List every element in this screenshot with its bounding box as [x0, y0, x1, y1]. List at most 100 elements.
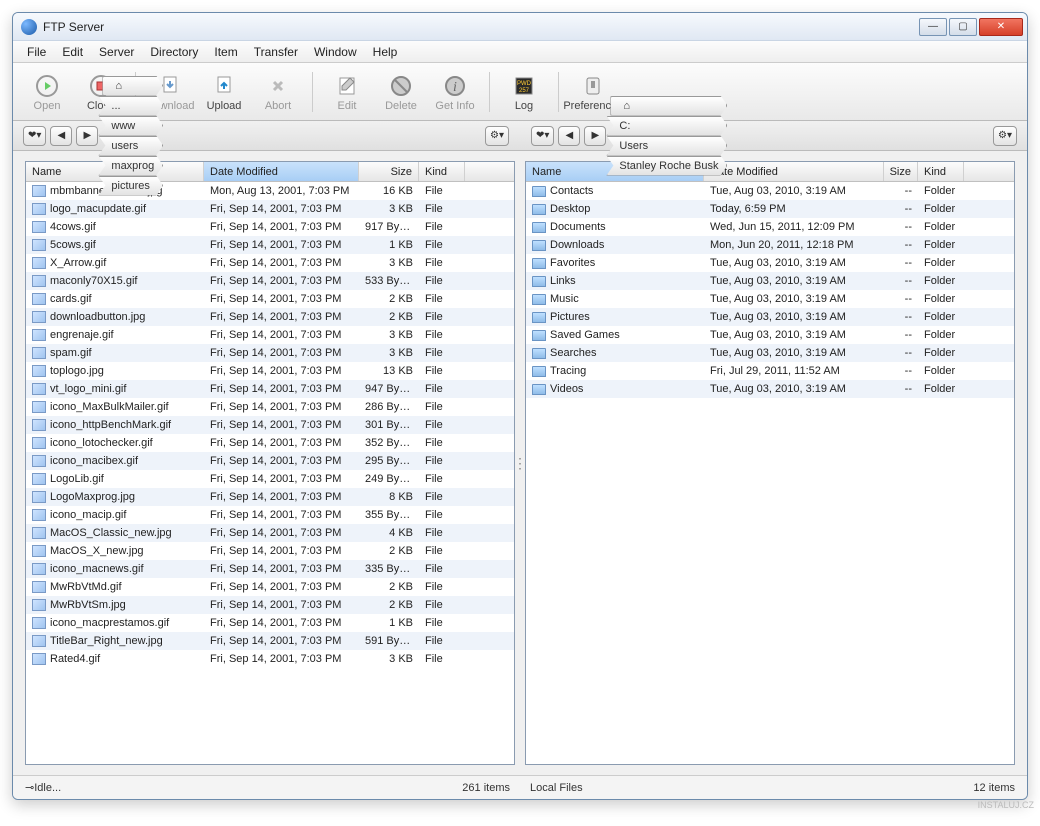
file-row[interactable]: DesktopToday, 6:59 PM--Folder — [526, 200, 1014, 218]
file-row[interactable]: DownloadsMon, Jun 20, 2011, 12:18 PM--Fo… — [526, 236, 1014, 254]
file-row[interactable]: icono_macnews.gifFri, Sep 14, 2001, 7:03… — [26, 560, 514, 578]
breadcrumb-1[interactable]: ... — [98, 96, 163, 116]
file-row[interactable]: downloadbutton.jpgFri, Sep 14, 2001, 7:0… — [26, 308, 514, 326]
breadcrumb-2[interactable]: Users — [606, 136, 727, 156]
file-icon — [32, 311, 46, 323]
file-icon — [32, 329, 46, 341]
file-row[interactable]: VideosTue, Aug 03, 2010, 3:19 AM--Folder — [526, 380, 1014, 398]
file-icon — [32, 383, 46, 395]
file-row[interactable]: engrenaje.gifFri, Sep 14, 2001, 7:03 PM3… — [26, 326, 514, 344]
right-file-list[interactable]: ContactsTue, Aug 03, 2010, 3:19 AM--Fold… — [526, 182, 1014, 764]
svg-text:PWD: PWD — [517, 81, 532, 87]
file-row[interactable]: MacOS_Classic_new.jpgFri, Sep 14, 2001, … — [26, 524, 514, 542]
file-row[interactable]: MacOS_X_new.jpgFri, Sep 14, 2001, 7:03 P… — [26, 542, 514, 560]
file-icon — [32, 617, 46, 629]
file-row[interactable]: TracingFri, Jul 29, 2011, 11:52 AM--Fold… — [526, 362, 1014, 380]
settings-button[interactable]: ⚙▾ — [485, 126, 509, 146]
menu-window[interactable]: Window — [306, 42, 365, 62]
back-button-r[interactable]: ◀ — [558, 126, 580, 146]
file-row[interactable]: LogoLib.gifFri, Sep 14, 2001, 7:03 PM249… — [26, 470, 514, 488]
left-file-list[interactable]: mbmbanner468x60.jpgMon, Aug 13, 2001, 7:… — [26, 182, 514, 764]
status-left-local: Local Files — [530, 782, 773, 794]
file-row[interactable]: Saved GamesTue, Aug 03, 2010, 3:19 AM--F… — [526, 326, 1014, 344]
folder-icon — [532, 384, 546, 395]
column-size[interactable]: Size — [884, 162, 918, 181]
file-row[interactable]: cards.gifFri, Sep 14, 2001, 7:03 PM2 KBF… — [26, 290, 514, 308]
file-row[interactable]: icono_macibex.gifFri, Sep 14, 2001, 7:03… — [26, 452, 514, 470]
settings-button-r[interactable]: ⚙▾ — [993, 126, 1017, 146]
file-row[interactable]: mbmbanner468x60.jpgMon, Aug 13, 2001, 7:… — [26, 182, 514, 200]
file-icon — [32, 653, 46, 665]
forward-button-r[interactable]: ▶ — [584, 126, 606, 146]
favorites-button-r[interactable]: ❤▾ — [531, 126, 554, 146]
breadcrumb-0[interactable]: ⌂ — [610, 96, 727, 116]
file-row[interactable]: X_Arrow.gifFri, Sep 14, 2001, 7:03 PM3 K… — [26, 254, 514, 272]
file-icon — [32, 365, 46, 377]
breadcrumb-3[interactable]: Stanley Roche Busk — [606, 156, 727, 176]
menu-help[interactable]: Help — [365, 42, 406, 62]
breadcrumb-5[interactable]: pictures — [98, 176, 163, 196]
file-row[interactable]: MwRbVtMd.gifFri, Sep 14, 2001, 7:03 PM2 … — [26, 578, 514, 596]
folder-icon — [532, 330, 546, 341]
file-row[interactable]: LogoMaxprog.jpgFri, Sep 14, 2001, 7:03 P… — [26, 488, 514, 506]
breadcrumb-2[interactable]: www — [98, 116, 163, 136]
close-button[interactable]: ✕ — [979, 18, 1023, 36]
file-row[interactable]: logo_macupdate.gifFri, Sep 14, 2001, 7:0… — [26, 200, 514, 218]
folder-icon — [532, 294, 546, 305]
breadcrumb-4[interactable]: maxprog — [98, 156, 163, 176]
file-row[interactable]: ContactsTue, Aug 03, 2010, 3:19 AM--Fold… — [526, 182, 1014, 200]
minimize-button[interactable]: — — [919, 18, 947, 36]
file-icon — [32, 293, 46, 305]
maximize-button[interactable]: ▢ — [949, 18, 977, 36]
breadcrumb-1[interactable]: C: — [606, 116, 727, 136]
file-row[interactable]: MwRbVtSm.jpgFri, Sep 14, 2001, 7:03 PM2 … — [26, 596, 514, 614]
window-title: FTP Server — [43, 20, 104, 34]
file-row[interactable]: FavoritesTue, Aug 03, 2010, 3:19 AM--Fol… — [526, 254, 1014, 272]
column-size[interactable]: Size — [359, 162, 419, 181]
file-row[interactable]: toplogo.jpgFri, Sep 14, 2001, 7:03 PM13 … — [26, 362, 514, 380]
file-row[interactable]: vt_logo_mini.gifFri, Sep 14, 2001, 7:03 … — [26, 380, 514, 398]
status-right-remote: 261 items — [268, 782, 511, 794]
file-row[interactable]: TitleBar_Right_new.jpgFri, Sep 14, 2001,… — [26, 632, 514, 650]
column-kind[interactable]: Kind — [918, 162, 964, 181]
file-row[interactable]: icono_httpBenchMark.gifFri, Sep 14, 2001… — [26, 416, 514, 434]
file-row[interactable]: icono_macprestamos.gifFri, Sep 14, 2001,… — [26, 614, 514, 632]
menu-file[interactable]: File — [19, 42, 54, 62]
column-date-modified[interactable]: Date Modified — [204, 162, 359, 181]
file-icon — [32, 509, 46, 521]
file-icon — [32, 419, 46, 431]
breadcrumb-0[interactable]: ⌂ — [102, 76, 163, 96]
file-row[interactable]: 5cows.gifFri, Sep 14, 2001, 7:03 PM1 KBF… — [26, 236, 514, 254]
favorites-button[interactable]: ❤▾ — [23, 126, 46, 146]
menu-transfer[interactable]: Transfer — [246, 42, 306, 62]
forward-button[interactable]: ▶ — [76, 126, 98, 146]
file-row[interactable]: SearchesTue, Aug 03, 2010, 3:19 AM--Fold… — [526, 344, 1014, 362]
file-row[interactable]: 4cows.gifFri, Sep 14, 2001, 7:03 PM917 B… — [26, 218, 514, 236]
file-row[interactable]: MusicTue, Aug 03, 2010, 3:19 AM--Folder — [526, 290, 1014, 308]
menu-server[interactable]: Server — [91, 42, 142, 62]
file-row[interactable]: DocumentsWed, Jun 15, 2011, 12:09 PM--Fo… — [526, 218, 1014, 236]
file-icon — [32, 239, 46, 251]
menu-directory[interactable]: Directory — [142, 42, 206, 62]
folder-icon — [532, 186, 546, 197]
file-icon — [32, 491, 46, 503]
file-row[interactable]: maconly70X15.gifFri, Sep 14, 2001, 7:03 … — [26, 272, 514, 290]
file-row[interactable]: icono_lotochecker.gifFri, Sep 14, 2001, … — [26, 434, 514, 452]
file-row[interactable]: spam.gifFri, Sep 14, 2001, 7:03 PM3 KBFi… — [26, 344, 514, 362]
menu-edit[interactable]: Edit — [54, 42, 91, 62]
menu-item[interactable]: Item — [206, 42, 245, 62]
file-icon — [32, 545, 46, 557]
pane-divider[interactable] — [515, 161, 525, 765]
file-row[interactable]: PicturesTue, Aug 03, 2010, 3:19 AM--Fold… — [526, 308, 1014, 326]
file-row[interactable]: icono_macip.gifFri, Sep 14, 2001, 7:03 P… — [26, 506, 514, 524]
breadcrumb-3[interactable]: users — [98, 136, 163, 156]
file-row[interactable]: Rated4.gifFri, Sep 14, 2001, 7:03 PM3 KB… — [26, 650, 514, 668]
file-row[interactable]: LinksTue, Aug 03, 2010, 3:19 AM--Folder — [526, 272, 1014, 290]
column-date-modified[interactable]: Date Modified — [704, 162, 884, 181]
file-icon — [32, 527, 46, 539]
file-row[interactable]: icono_MaxBulkMailer.gifFri, Sep 14, 2001… — [26, 398, 514, 416]
column-kind[interactable]: Kind — [419, 162, 465, 181]
back-button[interactable]: ◀ — [50, 126, 72, 146]
titlebar[interactable]: FTP Server — ▢ ✕ — [13, 13, 1027, 41]
file-icon — [32, 581, 46, 593]
